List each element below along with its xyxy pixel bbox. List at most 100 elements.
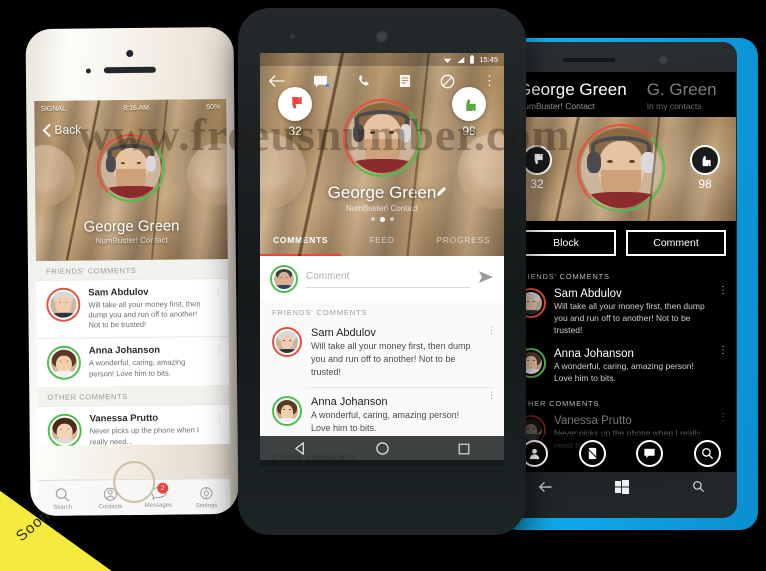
android-nav-bar	[260, 436, 504, 466]
proximity-sensor-icon	[290, 34, 295, 39]
search-icon[interactable]	[692, 480, 705, 498]
overflow-menu-icon[interactable]: ⋮	[718, 413, 728, 423]
recents-square-icon[interactable]	[457, 442, 471, 461]
comment-author: Vanessa Prutto	[554, 415, 632, 428]
phone-icon[interactable]	[578, 439, 606, 467]
overflow-menu-icon[interactable]: ⋮	[718, 286, 728, 296]
overflow-menu-icon[interactable]: ⋮	[215, 345, 223, 354]
block-button[interactable]: Block	[516, 230, 616, 256]
contact-avatar[interactable]	[96, 133, 166, 203]
android-hero-header: 15:45 ⋮ 32 98 George Green NumBuster! Co…	[260, 53, 504, 256]
front-camera-icon	[126, 49, 134, 58]
page-indicator-dots	[260, 217, 504, 222]
thumbs-up-count: 98	[462, 124, 476, 138]
iphone-screen: SIGNAL 8:16 AM 50% Back George Green Num…	[34, 99, 230, 446]
overflow-menu-icon[interactable]: ⋮	[718, 345, 728, 355]
comment-composer[interactable]: Comment	[260, 256, 504, 300]
comment-button[interactable]: Comment	[626, 230, 726, 256]
comment-text: Never picks up the phone when I really n…	[89, 425, 199, 446]
contact-subtitle: NumBuster! Contact	[95, 235, 168, 246]
wp-nav-bar	[506, 474, 736, 504]
ios-battery-label: 50%	[206, 103, 221, 111]
contact-avatar[interactable]	[577, 124, 665, 212]
android-status-bar: 15:45	[260, 53, 504, 66]
home-button[interactable]	[112, 460, 156, 504]
message-icon[interactable]	[636, 439, 664, 467]
home-circle-icon[interactable]	[375, 441, 390, 461]
windows-phone-device: George Green NumBuster! Contact G. Green…	[500, 38, 758, 530]
windows-logo-icon[interactable]	[614, 479, 629, 499]
thumbs-down-count: 32	[530, 177, 544, 191]
tab-progress[interactable]: PROGRESS	[423, 235, 504, 245]
overflow-menu-icon[interactable]: ⋮	[214, 287, 222, 296]
thumbs-up-vote[interactable]: 98	[690, 145, 720, 191]
page-dot[interactable]	[370, 217, 375, 221]
list-item[interactable]: Sam Abdulov Will take all your money fir…	[506, 285, 736, 345]
list-item[interactable]: Sam Abdulov Will take all your money fir…	[260, 323, 504, 388]
comment-author: Vanessa Prutto	[89, 413, 159, 425]
note-icon[interactable]	[399, 74, 411, 88]
earpiece-speaker	[563, 58, 615, 62]
contact-photo	[100, 137, 162, 199]
comment-text: A wonderful, caring, amazing person! Lov…	[554, 360, 694, 383]
comment-text: Will take all your money first, then dum…	[311, 341, 471, 377]
back-arrow-icon[interactable]	[538, 480, 552, 498]
wp-action-buttons: Block Comment	[506, 221, 736, 265]
contact-photo	[347, 103, 417, 173]
iphone-top-bezel	[25, 27, 234, 101]
tab-feed[interactable]: FEED	[341, 235, 422, 245]
overflow-menu-icon[interactable]: ⋮	[215, 413, 223, 422]
avatar	[46, 345, 82, 381]
comment-author: Anna Johanson	[311, 396, 388, 409]
list-item[interactable]: Vanessa Prutto Never picks up the phone …	[37, 404, 230, 446]
comment-input[interactable]: Comment	[306, 271, 470, 288]
back-arrow-icon[interactable]	[268, 74, 285, 88]
comment-author: Anna Johanson	[554, 347, 634, 360]
back-triangle-icon[interactable]	[293, 441, 308, 461]
battery-icon	[470, 55, 475, 64]
pivot-header: George Green NumBuster! Contact G. Green…	[506, 72, 736, 117]
pivot-item-next[interactable]: G. Green In my contacts	[647, 80, 717, 111]
ios-time-label: 8:16 AM	[123, 104, 149, 112]
phone-icon[interactable]	[357, 74, 371, 88]
send-icon[interactable]	[478, 270, 494, 289]
overflow-menu-icon[interactable]: ⋮	[487, 326, 496, 335]
ios-friends-section-header: FRIENDS' COMMENTS	[35, 258, 229, 281]
windows-phone-body: George Green NumBuster! Contact G. Green…	[505, 42, 737, 518]
page-dot[interactable]	[389, 217, 394, 221]
thumbs-down-vote[interactable]: 32	[522, 145, 552, 191]
wp-friends-section-header: FRIENDS' COMMENTS	[516, 272, 610, 281]
contact-name: George Green	[83, 217, 180, 236]
pivot-item-active[interactable]: George Green NumBuster! Contact	[518, 80, 627, 111]
comment-text: A wonderful, caring, amazing person! Lov…	[311, 410, 460, 434]
list-item[interactable]: Sam Abdulov Will take all your money fir…	[36, 277, 229, 339]
ios-back-label: Back	[54, 122, 82, 137]
page-dot-active[interactable]	[379, 217, 385, 222]
iphone-device: SIGNAL 8:16 AM 50% Back George Green Num…	[25, 26, 239, 517]
chevron-left-icon	[42, 123, 51, 137]
pivot-subtitle: NumBuster! Contact	[518, 101, 595, 111]
thumbs-up-icon	[690, 145, 720, 175]
tab-comments[interactable]: COMMENTS	[260, 235, 341, 245]
ghost-avatar-right	[186, 142, 228, 206]
avatar	[272, 396, 302, 427]
search-icon[interactable]	[693, 439, 721, 467]
pivot-title: G. Green	[646, 80, 717, 99]
list-item[interactable]: Anna Johanson A wonderful, caring, amazi…	[506, 345, 736, 393]
front-camera-icon	[375, 30, 389, 43]
ios-carrier-label: SIGNAL	[40, 105, 67, 113]
edit-pencil-icon[interactable]	[436, 186, 447, 200]
iphone-bottom-bezel	[30, 444, 239, 516]
ios-other-section-header: OTHER COMMENTS	[37, 385, 230, 407]
list-item[interactable]: Anna Johanson A wonderful, caring, amazi…	[36, 336, 230, 388]
comment-text: A wonderful, caring, amazing person! Lov…	[88, 357, 186, 378]
android-time-label: 15:45	[479, 55, 498, 64]
android-tab-strip: COMMENTS FEED PROGRESS	[260, 228, 504, 252]
promo-mockup-canvas: SIGNAL 8:16 AM 50% Back George Green Num…	[0, 0, 766, 571]
overflow-menu-icon[interactable]: ⋮	[487, 391, 496, 400]
block-icon[interactable]	[440, 74, 455, 89]
chat-icon[interactable]	[313, 75, 330, 88]
earpiece-speaker	[103, 66, 156, 74]
contact-avatar[interactable]	[343, 99, 421, 177]
overflow-menu-icon[interactable]: ⋮	[483, 74, 496, 88]
